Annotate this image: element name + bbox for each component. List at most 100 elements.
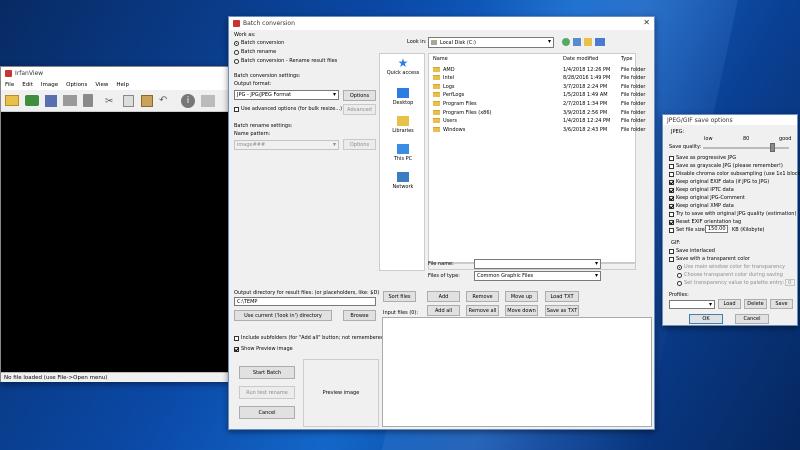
jpeg-option-checkbox[interactable]: Keep original JPG-Comment <box>669 195 745 201</box>
jpeg-option-checkbox[interactable]: Save as grayscale JPG (please remember!) <box>669 163 783 169</box>
irfanview-title-bar[interactable]: IrfanView <box>1 67 228 80</box>
menu-edit[interactable]: Edit <box>22 82 33 88</box>
profile-load-button[interactable]: Load <box>718 299 741 309</box>
nav-desktop[interactable]: Desktop <box>383 88 423 106</box>
start-batch-button[interactable]: Start Batch <box>239 366 295 379</box>
format-options-button[interactable]: Options <box>343 90 376 101</box>
radio-choose-color[interactable]: Choose transparent color during saving <box>677 272 783 278</box>
quality-slider-track[interactable] <box>703 147 789 149</box>
nav-libraries[interactable]: Libraries <box>383 116 423 134</box>
prev-icon[interactable] <box>201 95 215 107</box>
irfanview-toolbar: ✂ ↶ i <box>1 90 228 112</box>
slideshow-icon[interactable] <box>25 95 39 106</box>
input-files-list[interactable] <box>382 317 652 427</box>
jpeg-option-checkbox[interactable]: Keep original EXIF data (if JPG to JPG) <box>669 179 769 185</box>
add-all-button[interactable]: Add all <box>427 305 460 316</box>
jpeg-option-checkbox[interactable]: Try to save with original JPG quality (e… <box>669 211 796 217</box>
close-icon[interactable]: ✕ <box>643 18 650 27</box>
copy-icon[interactable] <box>123 95 134 107</box>
menu-file[interactable]: File <box>5 82 14 88</box>
palette-entry-input[interactable]: 0 <box>785 279 795 286</box>
back-icon[interactable] <box>562 38 570 46</box>
col-date[interactable]: Date modified <box>563 56 598 62</box>
libraries-icon <box>397 116 409 126</box>
file-row[interactable]: Windows 3/6/2018 2:43 PM File folder <box>429 125 645 134</box>
batch-title-bar[interactable]: Batch conversion ✕ <box>229 17 654 30</box>
file-list: Name Date modified Type AMD 1/4/2018 12:2… <box>428 53 645 263</box>
show-preview-checkbox[interactable]: Show Preview image <box>234 346 293 352</box>
jpeg-option-checkbox[interactable]: Disable chroma color subsampling (use 1x… <box>669 171 800 177</box>
quality-slider-thumb[interactable] <box>769 143 775 152</box>
radio-palette-entry[interactable]: Set transparency value to palette entry: <box>677 280 784 286</box>
file-size-input[interactable]: 150.00 <box>705 225 728 233</box>
col-type[interactable]: Type <box>621 56 632 62</box>
work-as-label: Work as: <box>234 32 256 38</box>
use-current-dir-button[interactable]: Use current ('look in') directory <box>234 310 332 321</box>
menu-view[interactable]: View <box>95 82 108 88</box>
nav-this-pc[interactable]: This PC <box>383 144 423 162</box>
folder-icon <box>433 92 440 98</box>
info-icon[interactable]: i <box>181 94 195 108</box>
sort-files-button[interactable]: Sort files <box>383 291 416 302</box>
profile-save-button[interactable]: Save <box>770 299 793 309</box>
menu-image[interactable]: Image <box>41 82 58 88</box>
remove-all-button[interactable]: Remove all <box>466 305 499 316</box>
browse-button[interactable]: Browse <box>343 310 376 321</box>
file-type: File folder <box>621 66 646 73</box>
load-txt-button[interactable]: Load TXT <box>545 291 579 302</box>
gif-section-label: GIF: <box>671 240 681 246</box>
ok-button[interactable]: OK <box>689 314 723 324</box>
move-up-button[interactable]: Move up <box>505 291 538 302</box>
jpeg-option-checkbox[interactable]: Save as progressive JPG <box>669 155 736 161</box>
file-name-input[interactable] <box>474 259 601 269</box>
save-as-txt-button[interactable]: Save as TXT <box>545 305 579 316</box>
delete-icon[interactable] <box>83 94 93 107</box>
remove-button[interactable]: Remove <box>466 291 499 302</box>
jpeg-option-checkbox[interactable]: Keep original XMP data <box>669 203 734 209</box>
menu-help[interactable]: Help <box>116 82 129 88</box>
add-button[interactable]: Add <box>427 291 460 302</box>
nav-quick-access[interactable]: ★ Quick access <box>383 57 423 76</box>
jpeg-title-bar[interactable]: JPEG/GIF save options <box>663 115 797 125</box>
nav-network[interactable]: Network <box>383 172 423 190</box>
output-dir-input[interactable]: C:\TEMP <box>234 297 376 306</box>
jpeg-option-checkbox[interactable]: Keep original IPTC data <box>669 187 734 193</box>
radio-batch-conversion[interactable]: Batch conversion <box>234 40 284 46</box>
file-type: File folder <box>621 83 646 90</box>
rename-options-button[interactable]: Options <box>343 139 376 150</box>
radio-convert-rename[interactable]: Batch conversion - Rename result files <box>234 58 337 64</box>
paste-icon[interactable] <box>141 95 153 107</box>
advanced-options-checkbox[interactable]: Use advanced options (for bulk resize...… <box>234 106 342 112</box>
advanced-button[interactable]: Advanced <box>343 104 376 115</box>
look-in-label: Look in: <box>407 39 427 45</box>
files-of-type-select[interactable]: Common Graphic Files <box>474 271 601 281</box>
new-folder-icon[interactable] <box>584 38 592 46</box>
run-test-rename-button[interactable]: Run test rename <box>239 386 295 399</box>
undo-icon[interactable]: ↶ <box>159 95 167 106</box>
cancel-button[interactable]: Cancel <box>239 406 295 419</box>
save-interlaced-checkbox[interactable]: Save interlaced <box>669 248 715 254</box>
look-in-select[interactable]: Local Disk (C:) <box>428 37 554 48</box>
jpeg-cancel-button[interactable]: Cancel <box>735 314 769 324</box>
print-icon[interactable] <box>63 95 77 106</box>
open-icon[interactable] <box>5 95 19 106</box>
set-file-size-checkbox[interactable]: Set file size: <box>669 227 706 233</box>
up-folder-icon[interactable] <box>573 38 581 46</box>
menu-options[interactable]: Options <box>66 82 87 88</box>
output-format-select[interactable]: JPG - JPG/JPEG Format <box>234 90 339 100</box>
profiles-select[interactable] <box>669 300 715 309</box>
move-down-button[interactable]: Move down <box>505 305 538 316</box>
profile-delete-button[interactable]: Delete <box>744 299 767 309</box>
cut-icon[interactable]: ✂ <box>105 96 113 107</box>
radio-batch-rename[interactable]: Batch rename <box>234 49 276 55</box>
col-name[interactable]: Name <box>433 56 448 62</box>
view-menu-icon[interactable] <box>595 38 605 46</box>
transparent-color-checkbox[interactable]: Save with a transparent color <box>669 256 750 262</box>
file-date: 1/4/2018 12:26 PM <box>563 66 611 73</box>
jpeg-section-label: JPEG: <box>671 129 685 135</box>
save-icon[interactable] <box>45 95 57 107</box>
radio-main-window-color[interactable]: Use main window color for transparency <box>677 264 785 270</box>
name-pattern-input[interactable]: image### <box>234 140 339 150</box>
include-subfolders-checkbox[interactable]: Include subfolders (for "Add all" button… <box>234 335 386 341</box>
file-date: 1/5/2018 1:49 AM <box>563 92 608 99</box>
